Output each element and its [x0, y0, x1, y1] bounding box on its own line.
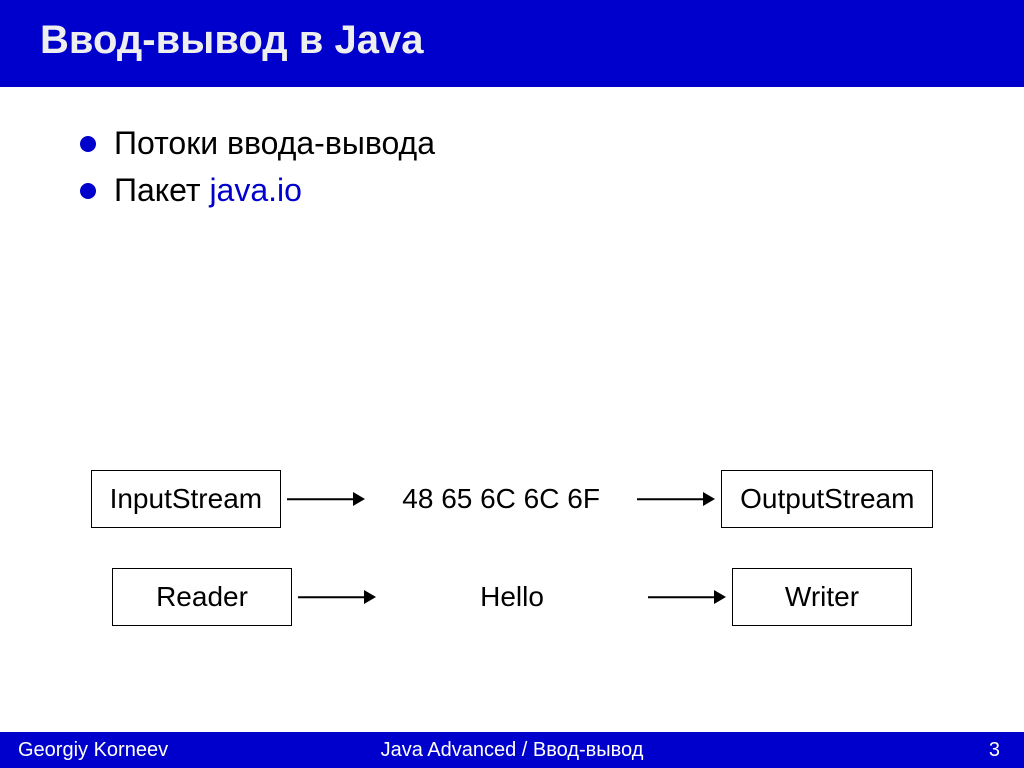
bullet-item-2: Пакет java.io [80, 172, 964, 209]
label-hex: 48 65 6C 6C 6F [371, 483, 631, 515]
bullet-item-1: Потоки ввода-вывода [80, 125, 964, 162]
slide-title: Ввод-вывод в Java [0, 0, 1024, 87]
diagram-row-chars: Reader Hello Writer [0, 568, 1024, 626]
content-area: Потоки ввода-вывода Пакет java.io [0, 87, 1024, 209]
footer: Georgiy Korneev Java Advanced / Ввод-выв… [0, 732, 1024, 768]
bullet-text-code: java.io [209, 172, 302, 208]
box-reader: Reader [112, 568, 292, 626]
bullet-icon [80, 136, 96, 152]
arrow-icon [292, 585, 382, 609]
arrow-icon [642, 585, 732, 609]
box-inputstream: InputStream [91, 470, 282, 528]
bullet-text-prefix: Пакет [114, 172, 209, 208]
box-writer: Writer [732, 568, 912, 626]
diagram: InputStream 48 65 6C 6C 6F OutputStream … [0, 470, 1024, 666]
box-outputstream: OutputStream [721, 470, 933, 528]
bullet-text: Пакет java.io [114, 172, 302, 209]
footer-author: Georgiy Korneev [18, 739, 168, 762]
footer-page-number: 3 [989, 739, 1000, 762]
arrow-icon [631, 487, 721, 511]
label-hello: Hello [382, 581, 642, 613]
diagram-row-bytes: InputStream 48 65 6C 6C 6F OutputStream [0, 470, 1024, 528]
bullet-icon [80, 183, 96, 199]
bullet-text: Потоки ввода-вывода [114, 125, 435, 162]
arrow-icon [281, 487, 371, 511]
